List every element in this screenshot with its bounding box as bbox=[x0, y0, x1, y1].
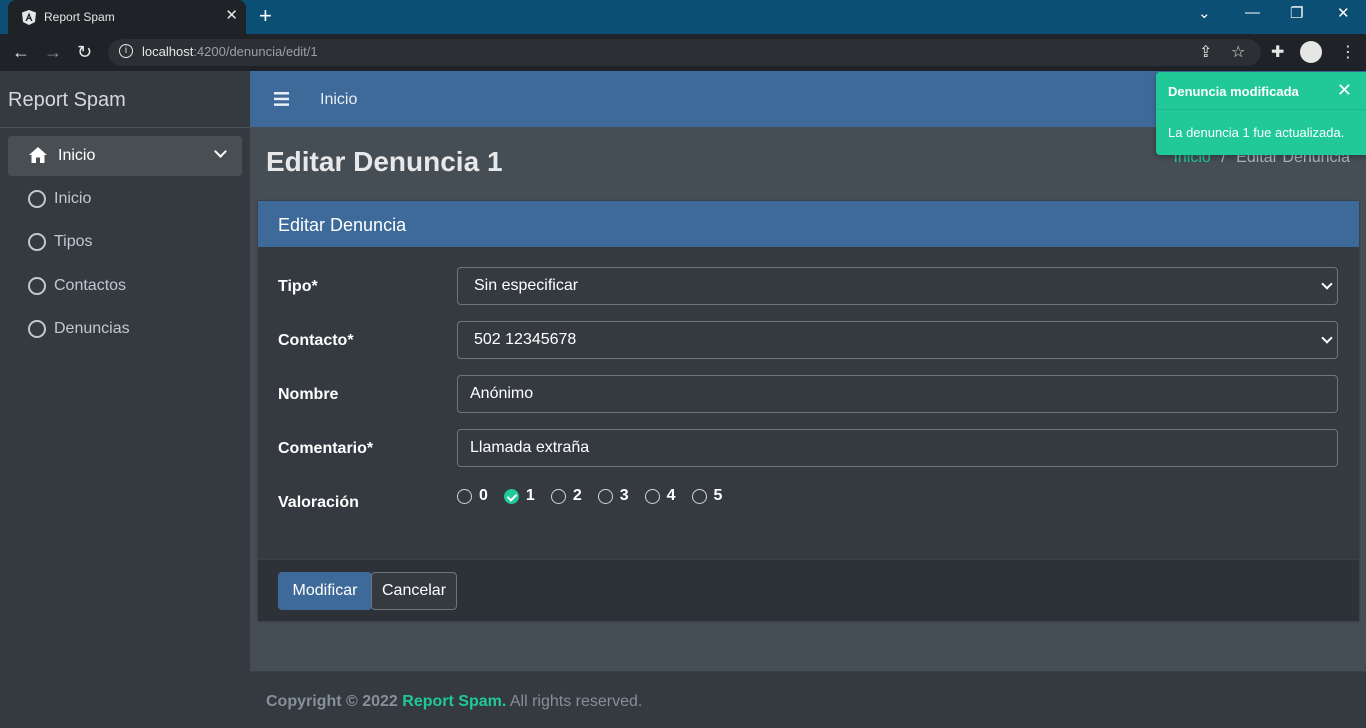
back-arrow-icon[interactable]: ← bbox=[12, 42, 30, 62]
comentario-value: Llamada extraña bbox=[470, 439, 590, 456]
radio-button-checked[interactable] bbox=[503, 488, 519, 504]
valoracion-option-2[interactable]: 2 bbox=[550, 487, 582, 505]
contacto-selected-value: 502 12345678 bbox=[474, 331, 577, 348]
hamburger-menu-icon[interactable] bbox=[274, 92, 289, 106]
card-header: Editar Denuncia bbox=[258, 201, 1359, 247]
toast-message: La denuncia 1 fue actualizada. bbox=[1168, 125, 1345, 140]
close-icon[interactable]: ✕ bbox=[1337, 80, 1352, 101]
radio-label: 1 bbox=[525, 487, 535, 504]
profile-avatar-icon[interactable] bbox=[1300, 41, 1322, 63]
sidebar-item-label: Inicio bbox=[54, 190, 92, 207]
radio-button[interactable] bbox=[457, 488, 472, 504]
bookmark-star-icon[interactable]: ☆ bbox=[1231, 42, 1245, 62]
valoracion-radio-group: 0 1 2 3 4 5 bbox=[457, 487, 738, 505]
brand-text[interactable]: Report Spam bbox=[8, 89, 126, 112]
url-text[interactable]: localhost:4200/denuncia/edit/1 bbox=[142, 44, 318, 59]
page-title: Editar Denuncia 1 bbox=[266, 146, 503, 177]
toast-notification: Denuncia modificada ✕ La denuncia 1 fue … bbox=[1156, 72, 1366, 155]
chevron-down-icon bbox=[214, 145, 227, 158]
site-info-icon[interactable]: i bbox=[119, 44, 133, 58]
footer-text: Copyright © 2022 Report Spam. All rights… bbox=[266, 693, 642, 711]
card-footer: Modificar Cancelar bbox=[258, 559, 1359, 621]
close-window-icon[interactable]: ✕ bbox=[1337, 4, 1350, 22]
header-link-inicio[interactable]: Inicio bbox=[320, 91, 357, 109]
tipo-label: Tipo* bbox=[278, 278, 318, 295]
valoracion-label: Valoración bbox=[278, 494, 359, 511]
radio-label: 4 bbox=[666, 487, 676, 504]
comentario-input[interactable]: Llamada extraña bbox=[457, 429, 1338, 467]
contacto-label: Contacto* bbox=[278, 332, 354, 349]
circle-icon bbox=[28, 277, 46, 295]
minimize-icon[interactable]: — bbox=[1245, 4, 1260, 21]
cancelar-button[interactable]: Cancelar bbox=[371, 572, 457, 610]
radio-button[interactable] bbox=[597, 488, 613, 504]
contacto-select[interactable]: 502 12345678 bbox=[457, 321, 1338, 359]
sidebar-item-denuncias[interactable]: Denuncias bbox=[28, 317, 130, 341]
chevron-down-icon[interactable]: ⌄ bbox=[1198, 4, 1211, 22]
sidebar-item-label: Tipos bbox=[54, 233, 93, 250]
tipo-select[interactable]: Sin especificar bbox=[457, 267, 1338, 305]
chevron-down-icon bbox=[1321, 332, 1333, 344]
page-footer: Copyright © 2022 Report Spam. All rights… bbox=[250, 671, 1366, 728]
rights-text: All rights reserved. bbox=[509, 693, 643, 710]
valoracion-option-5[interactable]: 5 bbox=[691, 487, 723, 505]
toast-header: Denuncia modificada ✕ bbox=[1156, 72, 1366, 110]
extensions-icon[interactable]: ✚ bbox=[1271, 42, 1284, 62]
sidebar-divider bbox=[0, 127, 250, 128]
radio-label: 2 bbox=[572, 487, 582, 504]
radio-button[interactable] bbox=[644, 488, 660, 504]
sidebar-item-tipos[interactable]: Tipos bbox=[28, 230, 93, 254]
footer-brand-link[interactable]: Report Spam. bbox=[402, 693, 506, 710]
more-menu-icon[interactable]: ⋮ bbox=[1340, 42, 1356, 62]
nombre-value: Anónimo bbox=[470, 385, 534, 402]
tab-title: Report Spam bbox=[44, 10, 115, 24]
sidebar-menu-inicio[interactable]: Inicio bbox=[8, 136, 242, 176]
circle-icon bbox=[28, 190, 46, 208]
sidebar-item-label: Contactos bbox=[54, 277, 127, 294]
valoracion-option-1[interactable]: 1 bbox=[503, 487, 535, 505]
home-icon bbox=[29, 147, 47, 163]
circle-icon bbox=[28, 233, 46, 251]
reload-icon[interactable]: ↻ bbox=[77, 42, 92, 62]
radio-label: 3 bbox=[619, 487, 629, 504]
radio-label: 0 bbox=[479, 487, 488, 504]
sidebar: Report Spam Inicio Inicio Tipos Contacto… bbox=[0, 71, 250, 728]
share-icon[interactable]: ⇪ bbox=[1199, 42, 1212, 62]
radio-button[interactable] bbox=[550, 488, 566, 504]
radio-button[interactable] bbox=[691, 488, 707, 504]
sidebar-item-label: Denuncias bbox=[54, 320, 130, 337]
modificar-button[interactable]: Modificar bbox=[278, 572, 372, 610]
sidebar-item-inicio[interactable]: Inicio bbox=[28, 187, 91, 211]
radio-label: 5 bbox=[713, 487, 723, 504]
close-tab-icon[interactable]: ✕ bbox=[225, 8, 238, 24]
card-title: Editar Denuncia bbox=[278, 215, 407, 235]
comentario-label: Comentario* bbox=[278, 440, 374, 457]
valoracion-option-0[interactable]: 0 bbox=[457, 487, 488, 505]
new-tab-button[interactable]: + bbox=[259, 5, 272, 27]
chevron-down-icon bbox=[1321, 278, 1333, 290]
valoracion-option-3[interactable]: 3 bbox=[597, 487, 629, 505]
tipo-selected-value: Sin especificar bbox=[474, 277, 579, 294]
browser-tab[interactable]: Report Spam ✕ bbox=[8, 0, 246, 34]
sidebar-item-contactos[interactable]: Contactos bbox=[28, 274, 126, 298]
nombre-label: Nombre bbox=[278, 386, 339, 403]
angular-logo-icon bbox=[22, 9, 36, 25]
forward-arrow-icon[interactable]: → bbox=[44, 42, 62, 62]
circle-icon bbox=[28, 320, 46, 338]
nombre-input[interactable]: Anónimo bbox=[457, 375, 1338, 413]
valoracion-option-4[interactable]: 4 bbox=[644, 487, 676, 505]
edit-card: Editar Denuncia Tipo* Sin especificar Co… bbox=[258, 201, 1359, 621]
copyright-text: Copyright © 2022 bbox=[266, 693, 398, 710]
browser-tab-bar: Report Spam ✕ + ⌄ — ❐ ✕ bbox=[0, 0, 1366, 34]
toast-title: Denuncia modificada bbox=[1168, 84, 1299, 99]
sidebar-menu-label: Inicio bbox=[58, 147, 96, 164]
restore-icon[interactable]: ❐ bbox=[1290, 4, 1303, 22]
